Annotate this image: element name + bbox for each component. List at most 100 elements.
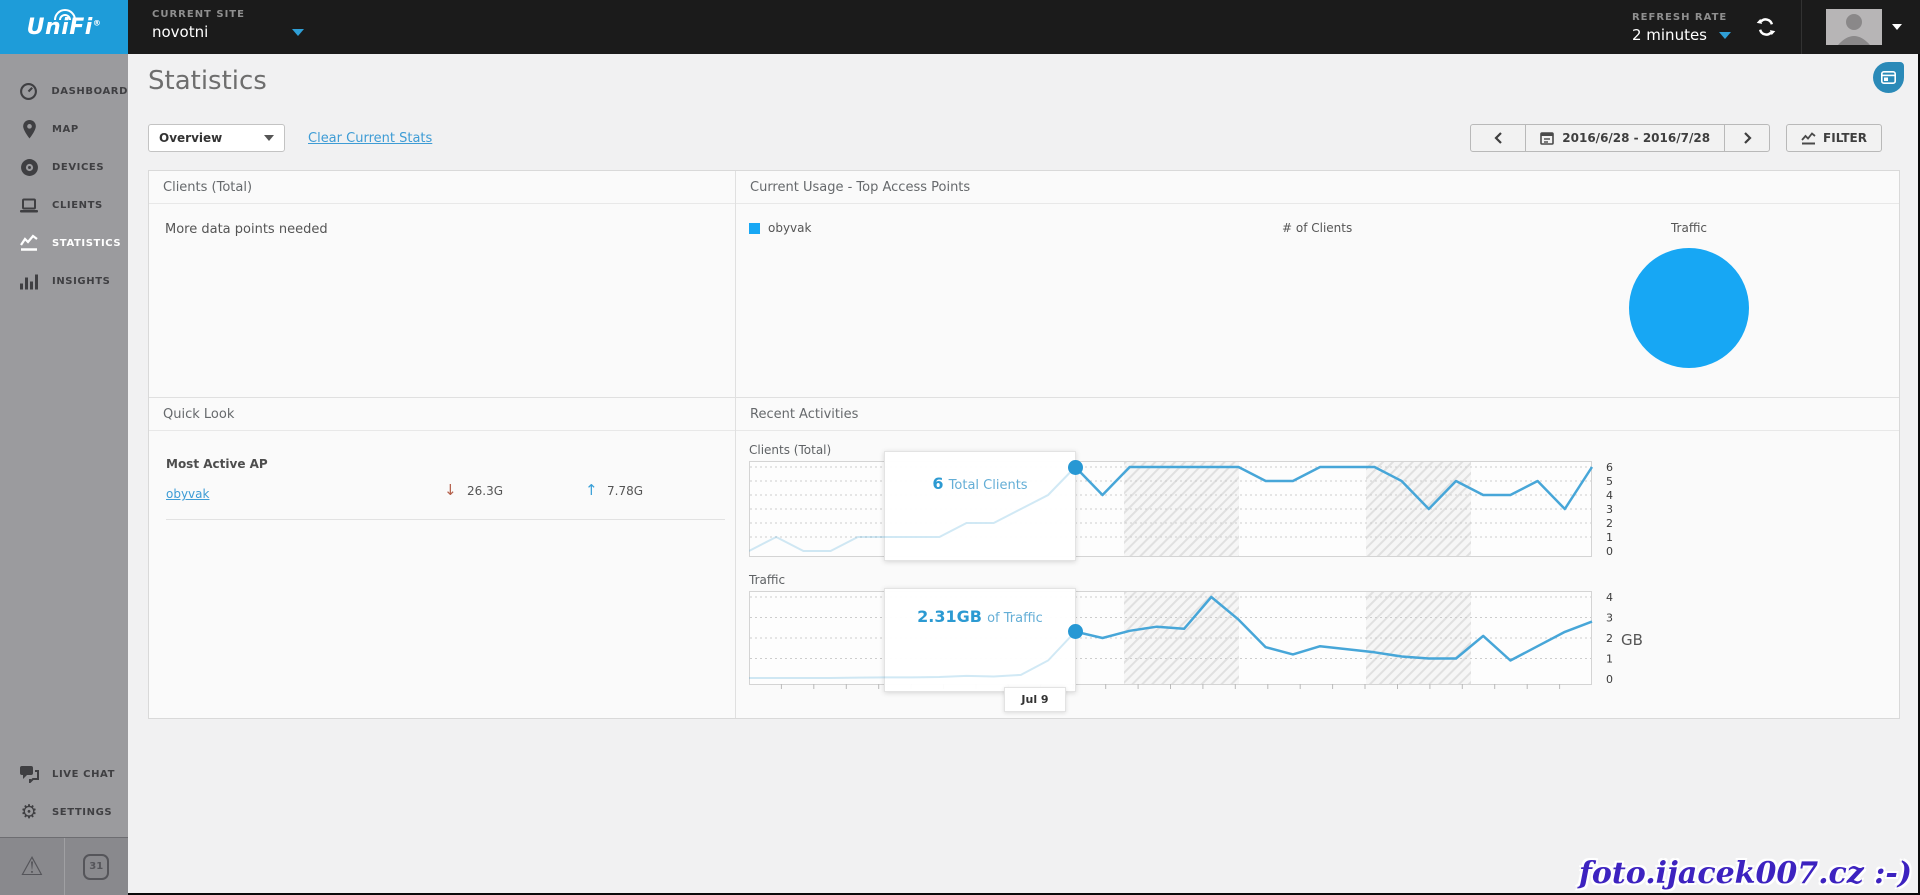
current-site-selector[interactable]: CURRENT SITE novotni <box>152 0 304 54</box>
user-menu[interactable] <box>1826 9 1902 45</box>
download-arrow-icon: ↓ <box>444 481 457 499</box>
most-active-ap-row: obyvak ↓ 26.3G ↑ 7.78G <box>149 481 735 503</box>
unifi-logo[interactable]: UniFi® <box>0 0 128 54</box>
date-range-pager: 2016/6/28 - 2016/7/28 <box>1470 124 1770 152</box>
sidebar-item-devices[interactable]: DEVICES <box>0 148 128 186</box>
panel-title: Recent Activities <box>750 407 858 422</box>
svg-text:6: 6 <box>1606 461 1613 474</box>
sidebar-item-clients[interactable]: CLIENTS <box>0 186 128 224</box>
upload-arrow-icon: ↑ <box>585 481 598 499</box>
clients-total-panel: Clients (Total) More data points needed <box>149 171 736 398</box>
photo-watermark: foto.ijacek007.cz :-) <box>1579 856 1912 891</box>
refresh-rate-selector[interactable]: REFRESH RATE 2 minutes <box>1632 10 1731 44</box>
chart-point-marker <box>1068 460 1083 475</box>
gear-icon: ⚙ <box>18 803 40 822</box>
refresh-icon <box>1755 16 1777 38</box>
svg-text:4: 4 <box>1606 489 1613 502</box>
refresh-rate-label: REFRESH RATE <box>1632 12 1731 23</box>
stats-panels: Clients (Total) More data points needed … <box>148 170 1900 719</box>
legend-item-obyvak[interactable]: obyvak <box>749 221 811 235</box>
clients-chart-tooltip: 6 Total Clients <box>884 451 1076 561</box>
gauge-icon <box>18 82 39 101</box>
chart-point-marker <box>1068 624 1083 639</box>
svg-text:1: 1 <box>1606 531 1613 544</box>
svg-text:0: 0 <box>1606 673 1613 686</box>
most-active-ap-label: Most Active AP <box>166 457 268 471</box>
chevron-down-icon[interactable] <box>1892 24 1902 30</box>
filter-button[interactable]: FILTER <box>1786 124 1882 152</box>
avatar[interactable] <box>1826 9 1882 45</box>
current-site-name: novotni <box>152 23 208 41</box>
clients-chart-label: Clients (Total) <box>749 443 831 457</box>
window-icon <box>1881 71 1896 84</box>
date-range-button[interactable]: 2016/6/28 - 2016/7/28 <box>1525 124 1725 152</box>
page-title: Statistics <box>148 66 267 96</box>
svg-text:3: 3 <box>1606 503 1613 516</box>
topbar-divider <box>1801 0 1802 54</box>
device-donut-icon <box>18 158 40 177</box>
chart-filter-icon <box>1801 132 1816 145</box>
sidebar-item-live-chat[interactable]: LIVE CHAT <box>0 755 128 793</box>
line-chart-icon <box>18 234 40 252</box>
sidebar-item-insights[interactable]: INSIGHTS <box>0 262 128 300</box>
column-header-clients: # of Clients <box>1282 221 1352 235</box>
svg-text:0: 0 <box>1606 545 1613 558</box>
svg-text:5: 5 <box>1606 475 1613 488</box>
logo-antenna-arcs-icon <box>52 9 78 21</box>
sidebar-item-statistics[interactable]: STATISTICS <box>0 224 128 262</box>
chevron-right-icon <box>1743 131 1752 145</box>
calendar-icon <box>1540 131 1554 145</box>
chevron-down-icon[interactable] <box>292 29 304 36</box>
main-content: Statistics Overview Clear Current Stats … <box>128 54 1920 895</box>
refresh-button[interactable] <box>1755 16 1777 38</box>
no-data-message: More data points needed <box>165 222 328 237</box>
current-site-label: CURRENT SITE <box>152 9 304 20</box>
svg-text:4: 4 <box>1606 591 1613 604</box>
chevron-left-icon <box>1494 131 1503 145</box>
ap-link-obyvak[interactable]: obyvak <box>166 487 209 501</box>
traffic-chart-tooltip: 2.31GB of Traffic <box>884 588 1076 692</box>
clients-line-chart[interactable]: 6543210 6 Total Clients <box>749 461 1649 567</box>
recent-activities-panel: Recent Activities Clients (Total) 654321… <box>736 398 1899 718</box>
top-bar: UniFi® CURRENT SITE novotni REFRESH RATE… <box>0 0 1920 54</box>
sidebar: DASHBOARD MAP DEVICES CLIENTS <box>0 54 128 895</box>
svg-text:2: 2 <box>1606 517 1613 530</box>
person-silhouette-icon <box>1826 9 1882 45</box>
sidebar-item-map[interactable]: MAP <box>0 110 128 148</box>
chevron-down-icon <box>264 135 274 141</box>
events-calendar-button[interactable]: 31 <box>64 838 129 895</box>
tooltip-date-label: Jul 9 <box>1004 687 1066 712</box>
panel-title: Quick Look <box>163 407 234 422</box>
traffic-chart-label: Traffic <box>749 573 785 587</box>
divider <box>166 519 725 520</box>
current-usage-panel: Current Usage - Top Access Points obyvak… <box>736 171 1899 398</box>
sidebar-item-settings[interactable]: ⚙ SETTINGS <box>0 793 128 831</box>
upload-value: 7.78G <box>607 484 643 498</box>
next-period-button[interactable] <box>1724 124 1770 152</box>
bar-chart-icon <box>18 273 40 290</box>
chevron-down-icon[interactable] <box>1719 32 1731 39</box>
traffic-line-chart[interactable]: 43210 2.31GB of Traffic Jul 9 GB <box>749 591 1649 695</box>
traffic-pie-chart[interactable] <box>1629 248 1749 368</box>
panel-title: Clients (Total) <box>163 180 252 195</box>
column-header-traffic: Traffic <box>1641 221 1737 235</box>
calendar-31-icon: 31 <box>83 854 109 880</box>
svg-text:1: 1 <box>1606 653 1613 666</box>
stats-view-select[interactable]: Overview <box>148 124 285 152</box>
map-pin-icon <box>18 120 40 139</box>
clear-current-stats-link[interactable]: Clear Current Stats <box>308 131 432 146</box>
chat-bubbles-icon <box>18 765 40 783</box>
prev-period-button[interactable] <box>1470 124 1526 152</box>
panel-title: Current Usage - Top Access Points <box>750 180 970 195</box>
svg-text:2: 2 <box>1606 632 1613 645</box>
laptop-icon <box>18 197 40 214</box>
properties-panel-button[interactable] <box>1873 62 1904 93</box>
unifi-controller-screen: UniFi® CURRENT SITE novotni REFRESH RATE… <box>0 0 1920 895</box>
warning-triangle-icon: ⚠ <box>20 852 43 882</box>
svg-text:3: 3 <box>1606 612 1613 625</box>
sidebar-item-dashboard[interactable]: DASHBOARD <box>0 72 128 110</box>
legend-swatch <box>749 223 760 234</box>
sidebar-footer: ⚠ 31 <box>0 837 128 895</box>
alerts-button[interactable]: ⚠ <box>0 838 64 895</box>
refresh-rate-value: 2 minutes <box>1632 26 1707 44</box>
